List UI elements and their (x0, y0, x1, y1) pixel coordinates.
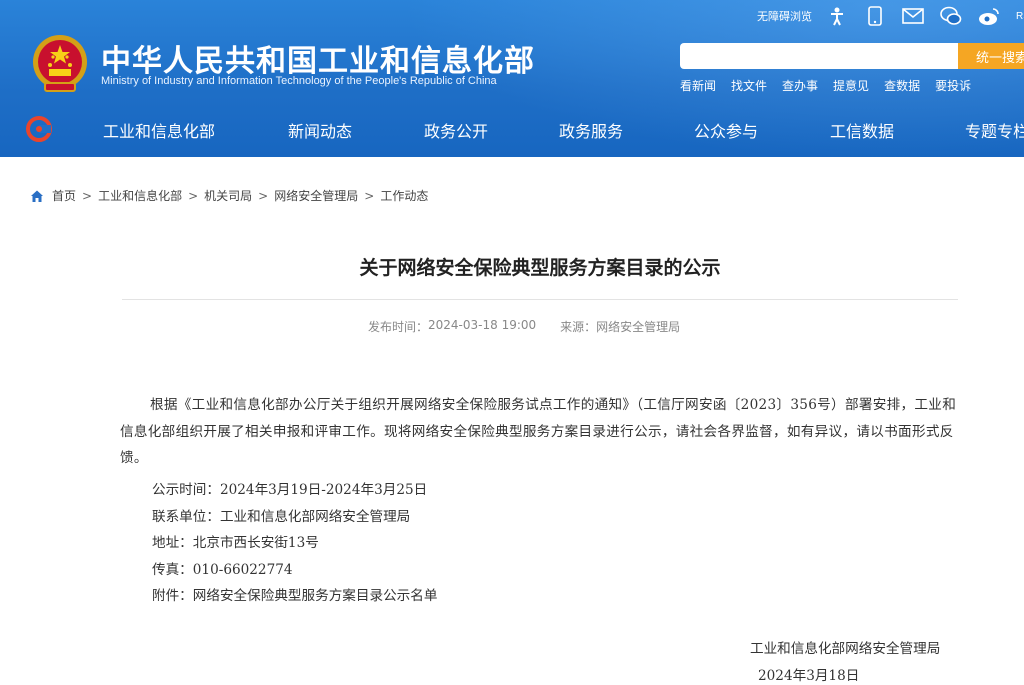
breadcrumb-departments[interactable]: 机关司局 (204, 187, 252, 204)
source-label: 来源： (560, 320, 597, 334)
article-body: 根据《工业和信息化部办公厅关于组织开展网络安全保险服务试点工作的通知》（工信厅网… (120, 397, 957, 466)
nav-item-topics[interactable]: 专题专栏 (965, 118, 1024, 142)
source-value: 网络安全管理局 (596, 320, 681, 334)
breadcrumb-separator: > (82, 188, 93, 203)
breadcrumb-separator: > (364, 188, 375, 203)
article-title: 关于网络安全保险典型服务方案目录的公示 (359, 257, 721, 279)
utility-bar: 无障碍浏览 RSS (757, 4, 1024, 28)
signature-org: 工业和信息化部网络安全管理局 (750, 641, 941, 657)
site-header: 中华人民共和国工业和信息化部 Ministry of Industry and … (0, 0, 1024, 157)
nav-item-news[interactable]: 新闻动态 (288, 118, 352, 142)
site-subtitle: Ministry of Industry and Information Tec… (101, 75, 497, 87)
info-address: 地址：北京市西长安街13号 (152, 535, 319, 551)
breadcrumb-work-news[interactable]: 工作动态 (380, 187, 428, 204)
nav-item-affairs[interactable]: 政务公开 (424, 118, 488, 142)
wechat-icon[interactable] (940, 5, 962, 27)
mail-icon[interactable] (902, 5, 924, 27)
info-fax: 传真：010-66022774 (152, 562, 293, 578)
ministry-logo-icon[interactable] (26, 116, 52, 142)
quick-link-services[interactable]: 查办事 (782, 77, 818, 94)
quick-link-complaint[interactable]: 要投诉 (935, 77, 971, 94)
nav-item-data[interactable]: 工信数据 (830, 118, 894, 142)
main-nav: 工业和信息化部 新闻动态 政务公开 政务服务 公众参与 工信数据 专题专栏 (0, 107, 1024, 151)
mobile-icon[interactable] (864, 5, 886, 27)
quick-link-files[interactable]: 找文件 (731, 77, 767, 94)
weibo-icon[interactable] (978, 5, 1000, 27)
quick-links: 看新闻 找文件 查办事 提意见 查数据 要投诉 (680, 77, 986, 94)
site-title[interactable]: 中华人民共和国工业和信息化部 (101, 36, 535, 80)
quick-link-data[interactable]: 查数据 (884, 77, 920, 94)
search-input[interactable] (680, 43, 958, 69)
rss-link[interactable]: RSS (1016, 11, 1024, 22)
quick-link-feedback[interactable]: 提意见 (833, 77, 869, 94)
quick-link-news[interactable]: 看新闻 (680, 77, 716, 94)
info-period: 公示时间：2024年3月19日-2024年3月25日 (152, 482, 428, 498)
breadcrumb: 首页 > 工业和信息化部 > 机关司局 > 网络安全管理局 > 工作动态 (30, 187, 428, 204)
accessibility-link[interactable]: 无障碍浏览 (757, 8, 812, 24)
info-contact-unit: 联系单位：工业和信息化部网络安全管理局 (152, 509, 411, 525)
national-emblem-icon[interactable] (31, 33, 89, 95)
accessibility-icon[interactable] (826, 5, 848, 27)
breadcrumb-home[interactable]: 首页 (52, 187, 76, 204)
nav-item-services[interactable]: 政务服务 (559, 118, 623, 142)
signature-date: 2024年3月18日 (758, 668, 860, 684)
publish-time: 2024-03-18 19:00 (428, 318, 537, 332)
publish-label: 发布时间： (368, 320, 429, 334)
attachment-link[interactable]: 附件：网络安全保险典型服务方案目录公示名单 (152, 584, 437, 604)
breadcrumb-separator: > (188, 188, 199, 203)
nav-item-ministry[interactable]: 工业和信息化部 (103, 118, 215, 142)
nav-item-participation[interactable]: 公众参与 (694, 118, 758, 142)
home-icon (31, 190, 43, 202)
search-button[interactable]: 统一搜索 (958, 43, 1024, 69)
breadcrumb-bureau[interactable]: 网络安全管理局 (274, 187, 358, 204)
title-divider (122, 299, 958, 300)
breadcrumb-separator: > (258, 188, 269, 203)
article-meta: 发布时间： 2024-03-18 19:00 来源： 网络安全管理局 (368, 318, 680, 335)
breadcrumb-ministry[interactable]: 工业和信息化部 (98, 187, 182, 204)
